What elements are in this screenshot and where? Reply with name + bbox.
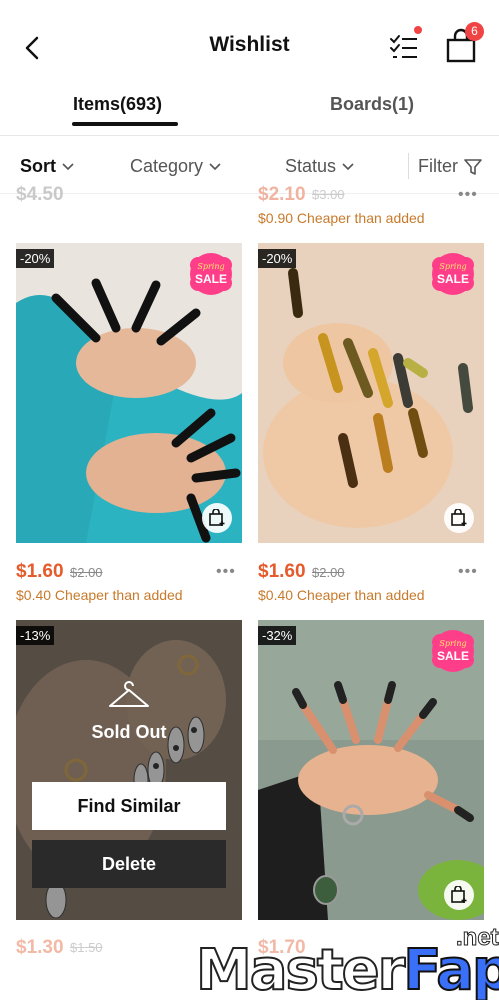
- add-to-cart-icon: [451, 886, 467, 903]
- sale-script-text: Spring: [197, 262, 224, 271]
- discount-badge: -13%: [16, 626, 55, 645]
- chevron-down-icon: [62, 162, 74, 170]
- chevron-down-icon: [342, 162, 354, 170]
- status-dropdown[interactable]: Status: [285, 156, 354, 177]
- watermark-net: .net: [456, 924, 499, 952]
- notification-dot: [414, 26, 422, 34]
- price-drop-note: $0.90 Cheaper than added: [258, 210, 425, 226]
- watermark-master: Master: [195, 937, 406, 1000]
- add-to-cart-button[interactable]: [444, 503, 474, 533]
- divider: [408, 153, 409, 179]
- sale-script-text: Spring: [439, 639, 466, 648]
- active-tab-indicator: [72, 122, 178, 126]
- price-drop-note: $0.40 Cheaper than added: [16, 587, 183, 603]
- tab-items[interactable]: Items(693): [73, 94, 162, 115]
- product-image[interactable]: -32% Spring SALE: [258, 620, 484, 920]
- sale-text: SALE: [437, 649, 469, 663]
- funnel-icon: [464, 158, 482, 175]
- price: $4.50: [16, 184, 64, 205]
- sold-out-label: Sold Out: [91, 722, 167, 742]
- filter-button[interactable]: Filter: [418, 156, 482, 177]
- price: $2.10: [258, 184, 306, 205]
- original-price: $2.00: [312, 565, 345, 580]
- watermark-logo: MasterFap .net: [195, 924, 499, 1000]
- filter-bar: Sort Category Status Filter: [0, 137, 499, 194]
- hanger-icon: [109, 681, 149, 707]
- category-label: Category: [130, 156, 204, 176]
- spring-sale-badge: Spring SALE: [432, 253, 474, 295]
- add-to-cart-button[interactable]: [444, 880, 474, 910]
- original-price: $1.50: [70, 940, 103, 955]
- category-dropdown[interactable]: Category: [130, 156, 221, 177]
- discount-badge: -20%: [258, 249, 297, 268]
- sort-label: Sort: [20, 156, 56, 176]
- product-image[interactable]: Sold Out Find Similar Delete -13%: [16, 620, 242, 920]
- discount-badge: -32%: [258, 626, 297, 645]
- spring-sale-badge: Spring SALE: [432, 630, 474, 672]
- checklist-icon[interactable]: [387, 30, 421, 64]
- sale-script-text: Spring: [439, 262, 466, 271]
- product-image[interactable]: -20% Spring SALE: [258, 243, 484, 543]
- price: $1.30: [16, 937, 64, 958]
- sort-dropdown[interactable]: Sort: [20, 156, 74, 177]
- status-label: Status: [285, 156, 337, 176]
- product-image[interactable]: -20% Spring SALE: [16, 243, 242, 543]
- find-similar-button[interactable]: Find Similar: [32, 782, 226, 830]
- original-price: $3.00: [312, 187, 345, 202]
- price: $1.60: [258, 561, 306, 582]
- spring-sale-badge: Spring SALE: [190, 253, 232, 295]
- more-options-icon[interactable]: •••: [216, 563, 236, 581]
- page-title: Wishlist: [209, 33, 290, 56]
- cart-count-badge: 6: [465, 22, 484, 41]
- more-options-icon[interactable]: •••: [458, 563, 478, 581]
- sold-out-overlay: Sold Out Find Similar Delete: [16, 620, 242, 920]
- discount-badge: -20%: [16, 249, 55, 268]
- filter-label: Filter: [418, 156, 458, 176]
- original-price: $2.00: [70, 565, 103, 580]
- more-options-icon[interactable]: •••: [458, 186, 478, 204]
- delete-button[interactable]: Delete: [32, 840, 226, 888]
- price: $1.60: [16, 561, 64, 582]
- chevron-down-icon: [209, 162, 221, 170]
- sale-text: SALE: [437, 272, 469, 286]
- wishlist-tabs: Items(693) Boards(1): [0, 88, 499, 136]
- sale-text: SALE: [195, 272, 227, 286]
- back-arrow-icon[interactable]: [18, 30, 48, 66]
- add-to-cart-icon: [451, 509, 467, 526]
- price-drop-note: $0.40 Cheaper than added: [258, 587, 425, 603]
- top-bar: Wishlist 6: [0, 0, 499, 95]
- tab-boards[interactable]: Boards(1): [330, 94, 414, 115]
- add-to-cart-button[interactable]: [202, 503, 232, 533]
- add-to-cart-icon: [209, 509, 225, 526]
